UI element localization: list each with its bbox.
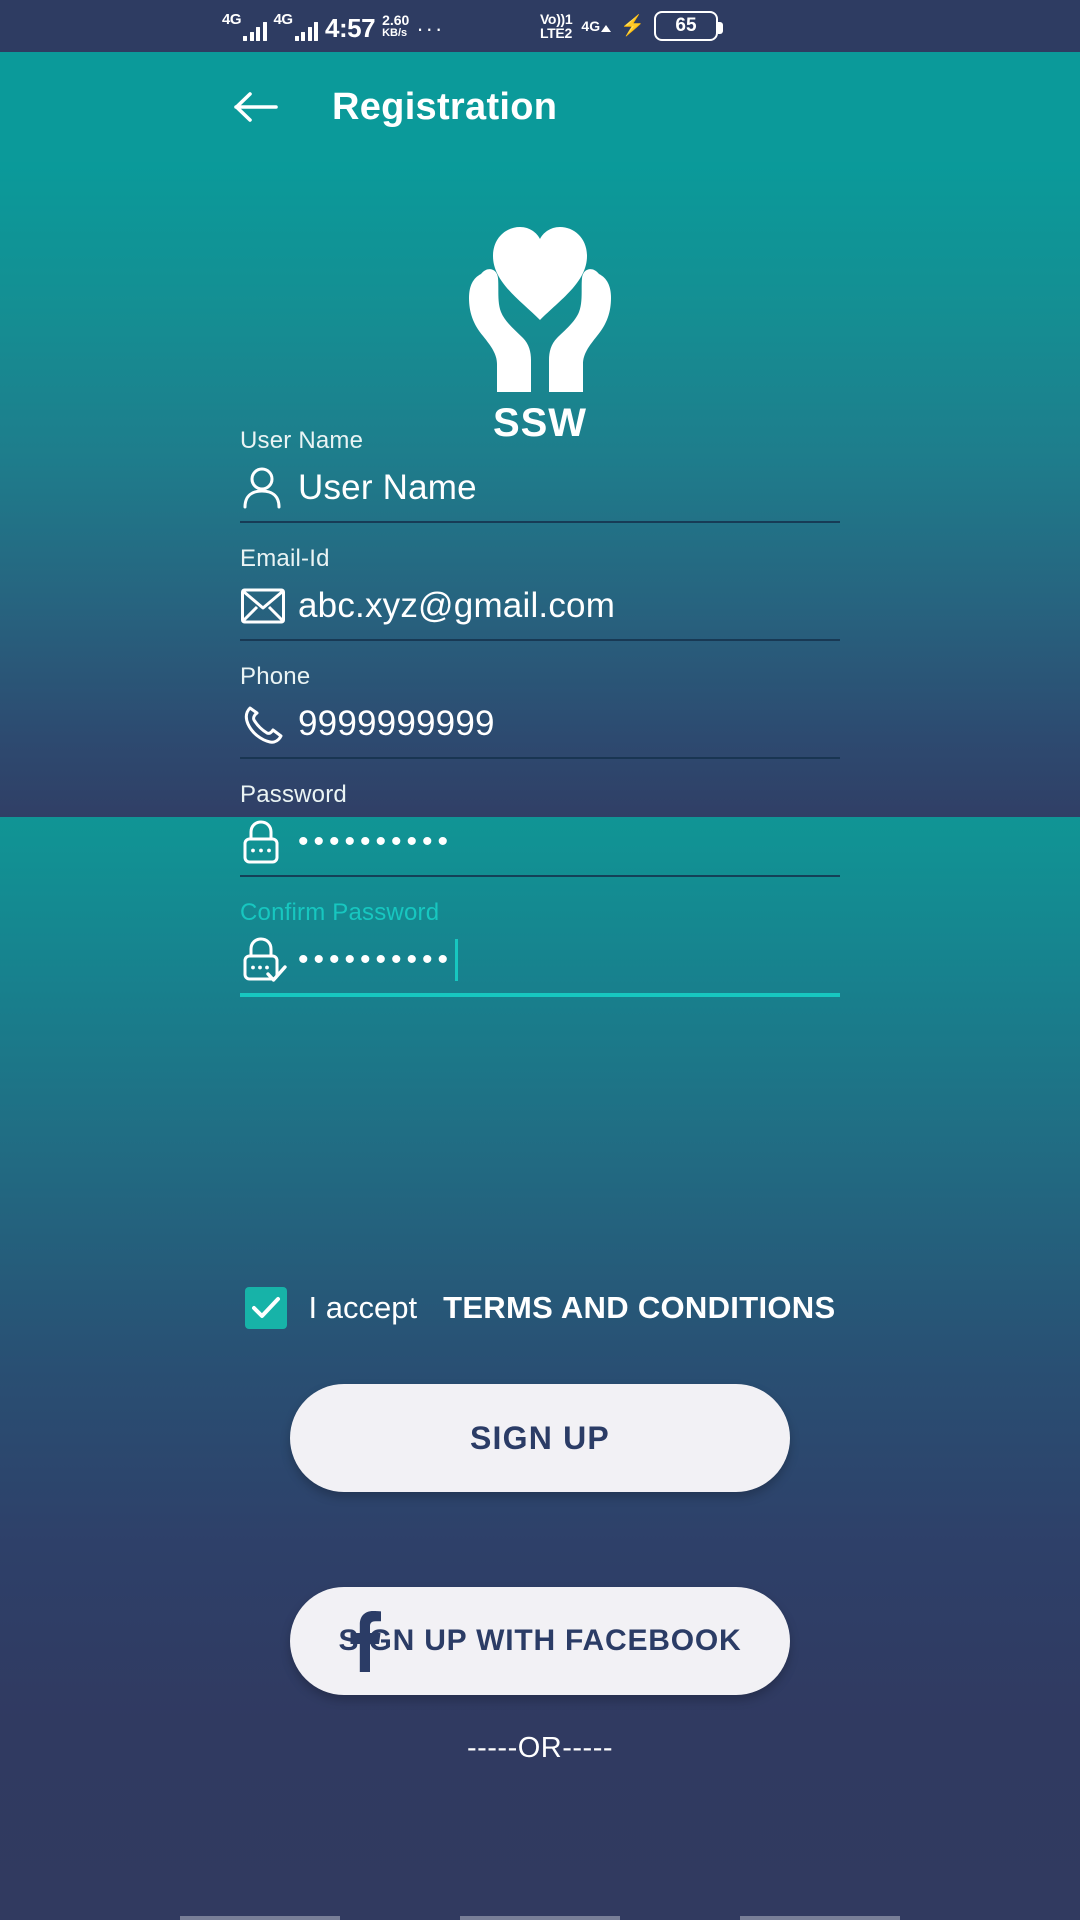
or-divider: -----OR----- <box>466 1732 614 1764</box>
field-row-user-name[interactable]: User Name <box>240 455 840 521</box>
nav-hint-right <box>740 1916 900 1920</box>
field-label-email: Email-Id <box>240 545 330 572</box>
page-title: Registration <box>332 85 558 128</box>
person-icon <box>240 465 298 511</box>
field-underline-user-name <box>240 521 840 523</box>
terms-and-conditions-link[interactable]: TERMS AND CONDITIONS <box>443 1290 835 1326</box>
lock-icon <box>240 819 298 865</box>
network-speed: 2.60 KB/s <box>382 13 409 39</box>
network-type-2-label: 4G <box>273 10 294 28</box>
app-bar: Registration <box>0 52 1080 162</box>
battery-level-label: 65 <box>675 15 697 36</box>
field-value-email: abc.xyz@gmail.com <box>298 586 616 625</box>
terms-checkbox[interactable] <box>244 1287 287 1329</box>
field-value-user-name: User Name <box>298 468 477 507</box>
network-speed-value: 2.60 <box>382 12 410 29</box>
phone-icon <box>240 702 298 746</box>
field-value-password: •••••••••• <box>298 825 454 858</box>
sign-up-with-facebook-button[interactable]: SIGN UP WITH FACEBOOK <box>290 1587 790 1695</box>
navigation-hint-bar <box>0 1912 1080 1920</box>
sign-up-button-label: SIGN UP <box>470 1419 610 1456</box>
network-speed-unit: KB/s <box>382 26 408 39</box>
status-bar: 4G 4G 4:57 2.60 KB/s ··· Vo))1 LTE2 4G ⚡… <box>0 0 1080 52</box>
field-underline-confirm-password <box>240 993 840 997</box>
facebook-icon <box>348 1610 382 1672</box>
registration-form: SSW User Name User Name Email-Id abc.xyz… <box>0 162 1080 1920</box>
notification-overflow-icon: ··· <box>416 16 445 42</box>
field-phone: Phone 9999999999 <box>240 663 840 759</box>
field-confirm-password: Confirm Password •••••••••• <box>240 899 840 997</box>
status-bar-left: 4G 4G 4:57 2.60 KB/s ··· <box>222 12 444 41</box>
field-password: Password •••••••••• <box>240 781 840 877</box>
heart-in-hands-icon <box>469 227 611 392</box>
nav-hint-left <box>180 1916 340 1920</box>
field-label-phone: Phone <box>240 663 311 690</box>
volte-indicator: Vo))1 LTE2 <box>539 11 573 41</box>
field-label-password: Password <box>240 781 347 808</box>
field-underline-phone <box>240 757 840 759</box>
signal-bars-1-icon <box>243 19 267 41</box>
signal-1: 4G <box>222 12 267 41</box>
signal-2: 4G <box>274 12 319 41</box>
field-row-confirm-password[interactable]: •••••••••• <box>240 927 840 993</box>
nav-hint-center <box>460 1916 620 1920</box>
envelope-icon <box>240 587 298 625</box>
signal-bars-2-icon <box>294 19 319 41</box>
charging-bolt-icon: ⚡ <box>620 15 645 37</box>
field-email: Email-Id abc.xyz@gmail.com <box>240 545 840 641</box>
data-arrow-icon <box>601 25 612 32</box>
terms-row: I accept TERMS AND CONDITIONS <box>0 1287 1080 1329</box>
field-underline-password <box>240 875 840 877</box>
field-label-user-name: User Name <box>240 427 364 454</box>
network-right-label: 4G <box>581 18 601 34</box>
field-value-confirm-password: •••••••••• <box>298 943 454 976</box>
network-type-1-label: 4G <box>222 10 242 28</box>
volte-line-2: LTE2 <box>539 25 572 41</box>
lock-check-icon <box>240 936 298 984</box>
field-label-confirm-password: Confirm Password <box>240 899 440 926</box>
sign-up-with-facebook-label: SIGN UP WITH FACEBOOK <box>338 1624 742 1657</box>
field-value-phone: 9999999999 <box>298 704 495 743</box>
field-underline-email <box>240 639 840 641</box>
field-row-email[interactable]: abc.xyz@gmail.com <box>240 573 840 639</box>
clock: 4:57 <box>325 12 376 43</box>
field-user-name: User Name User Name <box>240 427 840 523</box>
checkmark-icon <box>251 1297 280 1318</box>
app-logo: SSW <box>0 202 1080 446</box>
status-bar-right: Vo))1 LTE2 4G ⚡ 65 <box>539 11 723 41</box>
battery-icon: 65 <box>654 11 723 41</box>
terms-accept-label: I accept <box>308 1290 418 1325</box>
sign-up-button[interactable]: SIGN UP <box>290 1384 790 1492</box>
network-right-indicator: 4G <box>581 18 612 34</box>
field-row-password[interactable]: •••••••••• <box>240 809 840 875</box>
text-caret <box>455 939 459 981</box>
field-row-phone[interactable]: 9999999999 <box>240 691 840 757</box>
back-button[interactable] <box>228 79 284 135</box>
volte-line-1: Vo))1 <box>539 11 573 27</box>
arrow-left-icon <box>234 92 278 122</box>
